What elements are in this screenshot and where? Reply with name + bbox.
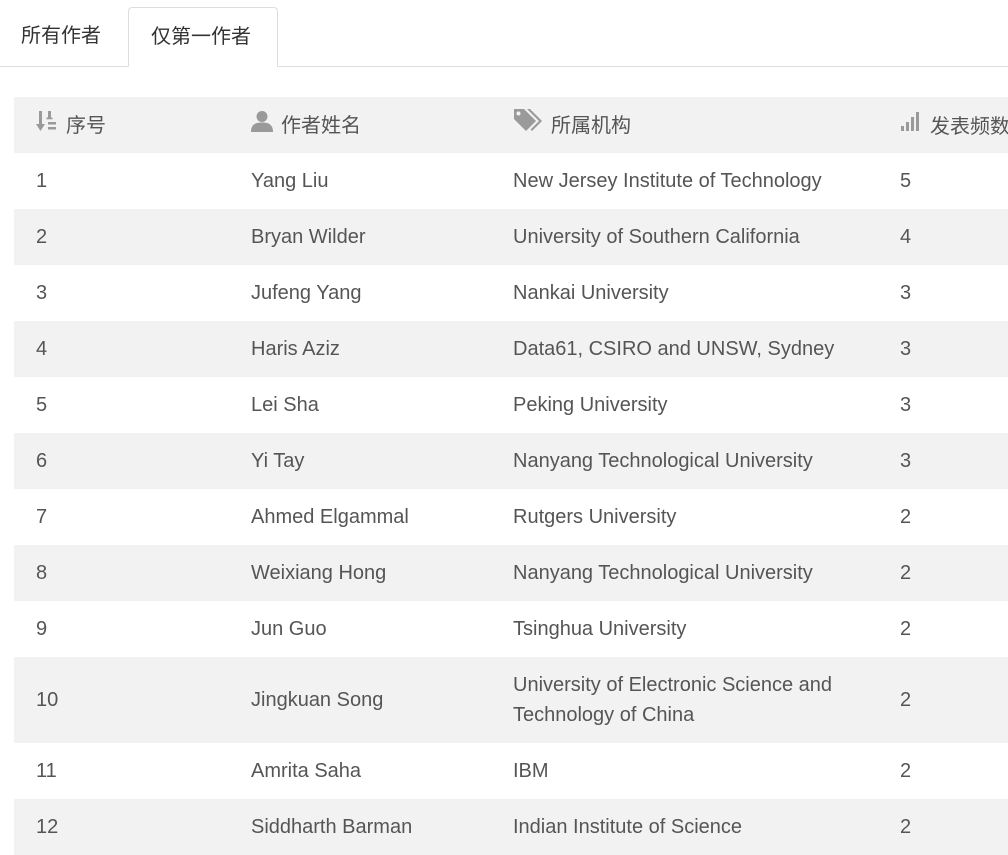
column-header-name-label: 作者姓名: [281, 115, 361, 138]
column-header-index-label: 序号: [66, 115, 106, 138]
cell-index: 5: [36, 394, 48, 416]
cell-author-name: Siddharth Barman: [251, 816, 413, 838]
table-row: 12 Siddharth Barman Indian Institute of …: [14, 799, 1008, 855]
tags-icon: [513, 108, 543, 138]
cell-author-name: Weixiang Hong: [251, 562, 387, 584]
cell-count: 3: [900, 338, 912, 360]
tab-all-authors[interactable]: 所有作者: [0, 7, 128, 66]
cell-index: 10: [36, 689, 59, 711]
cell-count: 2: [900, 618, 912, 640]
cell-count: 2: [900, 816, 912, 838]
cell-count: 3: [900, 282, 912, 304]
cell-index: 4: [36, 338, 48, 360]
cell-affiliation: University of Electronic Science and Tec…: [513, 674, 833, 726]
table-row: 9 Jun Guo Tsinghua University 2: [14, 601, 1008, 657]
column-header-affiliation[interactable]: 所属机构: [491, 97, 878, 153]
cell-author-name: Jingkuan Song: [251, 689, 384, 711]
cell-affiliation: Rutgers University: [513, 506, 677, 528]
cell-affiliation: Nanyang Technological University: [513, 562, 813, 584]
cell-count: 2: [900, 506, 912, 528]
tab-first-author-only[interactable]: 仅第一作者: [128, 7, 278, 67]
table-row: 7 Ahmed Elgammal Rutgers University 2: [14, 489, 1008, 545]
cell-author-name: Ahmed Elgammal: [251, 506, 409, 528]
cell-count: 3: [900, 450, 912, 472]
cell-affiliation: IBM: [513, 760, 549, 782]
cell-index: 8: [36, 562, 48, 584]
cell-index: 2: [36, 226, 48, 248]
author-table: 序号 作者姓名 所属机构 发表频数 1 Yang Liu New Jersey …: [14, 97, 1008, 855]
table-row: 1 Yang Liu New Jersey Institute of Techn…: [14, 153, 1008, 209]
cell-count: 2: [900, 760, 912, 782]
column-header-count[interactable]: 发表频数: [878, 97, 1008, 153]
cell-index: 7: [36, 506, 48, 528]
cell-count: 3: [900, 394, 912, 416]
cell-index: 11: [36, 760, 57, 782]
cell-author-name: Jufeng Yang: [251, 282, 362, 304]
cell-author-name: Bryan Wilder: [251, 226, 366, 248]
table-row: 3 Jufeng Yang Nankai University 3: [14, 265, 1008, 321]
cell-affiliation: Nankai University: [513, 282, 669, 304]
cell-count: 4: [900, 226, 912, 248]
column-header-affiliation-label: 所属机构: [551, 114, 631, 137]
column-header-name[interactable]: 作者姓名: [229, 97, 491, 153]
author-filter-tabs: 所有作者 仅第一作者: [0, 0, 1008, 67]
cell-affiliation: Data61, CSIRO and UNSW, Sydney: [513, 338, 835, 360]
table-row: 2 Bryan Wilder University of Southern Ca…: [14, 209, 1008, 265]
cell-index: 9: [36, 618, 48, 640]
sort-numeric-icon: [36, 110, 58, 138]
cell-affiliation: New Jersey Institute of Technology: [513, 170, 822, 192]
cell-count: 2: [900, 562, 912, 584]
table-row: 5 Lei Sha Peking University 3: [14, 377, 1008, 433]
cell-affiliation: Indian Institute of Science: [513, 816, 743, 838]
table-row: 4 Haris Aziz Data61, CSIRO and UNSW, Syd…: [14, 321, 1008, 377]
cell-affiliation: Nanyang Technological University: [513, 450, 813, 472]
table-row: 11 Amrita Saha IBM 2: [14, 743, 1008, 799]
cell-author-name: Haris Aziz: [251, 338, 340, 360]
signal-bars-icon: [900, 111, 922, 137]
table-row: 6 Yi Tay Nanyang Technological Universit…: [14, 433, 1008, 489]
cell-affiliation: University of Southern California: [513, 226, 800, 248]
cell-count: 2: [900, 689, 912, 711]
cell-author-name: Yi Tay: [251, 450, 305, 472]
user-icon: [251, 110, 273, 138]
cell-index: 6: [36, 450, 48, 472]
table-header-row: 序号 作者姓名 所属机构 发表频数: [14, 97, 1008, 153]
column-header-index[interactable]: 序号: [14, 97, 229, 153]
cell-count: 5: [900, 170, 912, 192]
cell-author-name: Jun Guo: [251, 618, 327, 640]
cell-affiliation: Tsinghua University: [513, 618, 687, 640]
cell-index: 3: [36, 282, 48, 304]
cell-affiliation: Peking University: [513, 394, 668, 416]
table-row: 10 Jingkuan Song University of Electroni…: [14, 657, 1008, 743]
table-row: 8 Weixiang Hong Nanyang Technological Un…: [14, 545, 1008, 601]
cell-author-name: Lei Sha: [251, 394, 319, 416]
cell-index: 1: [36, 170, 48, 192]
cell-index: 12: [36, 816, 59, 838]
cell-author-name: Amrita Saha: [251, 760, 362, 782]
column-header-count-label: 发表频数: [930, 115, 1008, 138]
cell-author-name: Yang Liu: [251, 170, 329, 192]
